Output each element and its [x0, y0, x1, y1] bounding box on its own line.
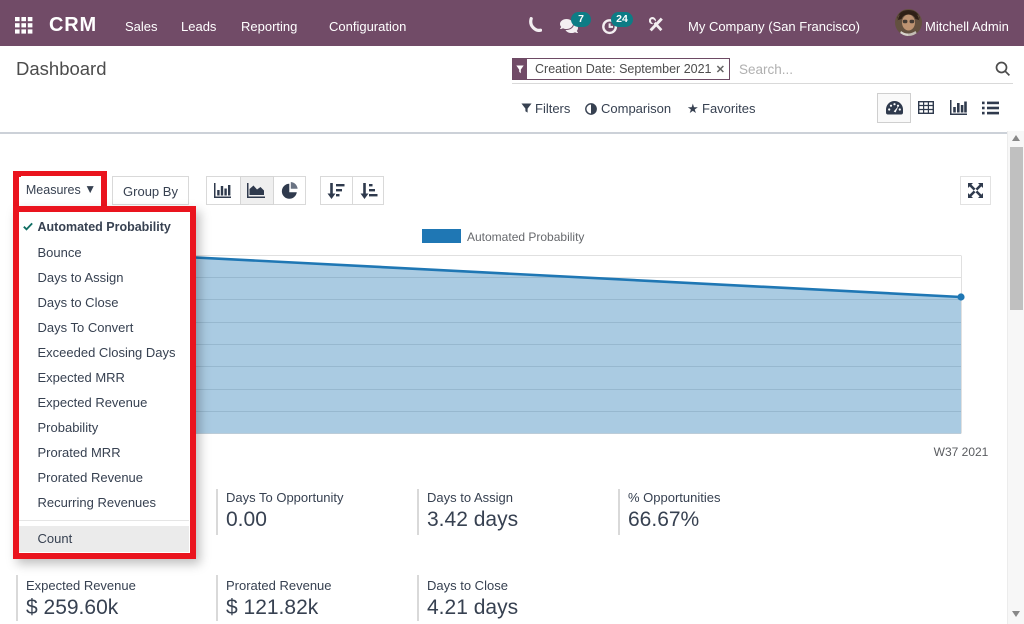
svg-text:Automated Probability: Automated Probability: [467, 230, 584, 244]
svg-text:W37 2021: W37 2021: [934, 445, 989, 459]
